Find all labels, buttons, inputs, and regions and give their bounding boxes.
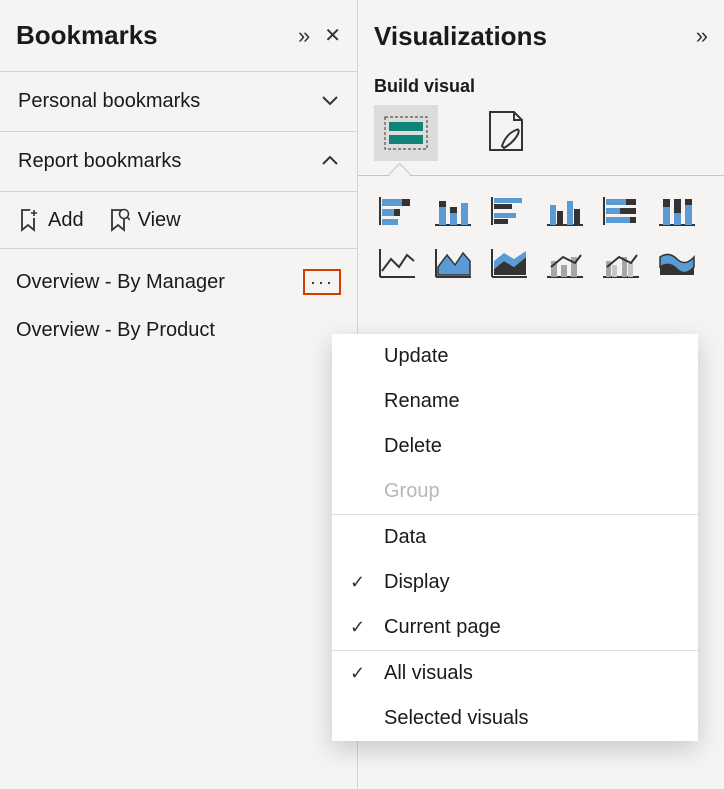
add-bookmark-button[interactable]: Add [18,208,84,232]
collapse-pane-icon[interactable]: » [298,25,310,47]
bookmark-context-menu: ✓Update ✓Rename ✓Delete ✓Group ✓Data ✓Di… [332,334,698,741]
build-visual-label: Build visual [358,72,724,105]
ellipsis-icon: ··· [310,272,334,293]
viz-100-stacked-column-icon[interactable] [652,190,702,232]
ctx-update[interactable]: ✓Update [332,334,698,379]
view-label: View [138,209,181,232]
report-bookmarks-label: Report bookmarks [18,150,321,173]
bookmark-item-label: Overview - By Manager [16,271,301,294]
viz-line-stacked-column-icon[interactable] [540,242,590,284]
more-options-button[interactable]: ··· [303,269,341,295]
bookmark-list: Overview - By Manager ··· Overview - By … [0,249,357,362]
collapse-viz-icon[interactable]: » [696,25,708,47]
viz-clustered-column-icon[interactable] [540,190,590,232]
chevron-up-icon [321,151,339,172]
ctx-display[interactable]: ✓Display [332,560,698,605]
viz-stacked-bar-icon[interactable] [372,190,422,232]
viz-stacked-area-icon[interactable] [484,242,534,284]
page-brush-icon [484,108,528,154]
view-bookmark-button[interactable]: View [108,208,181,232]
bookmark-add-icon [18,208,40,232]
ctx-rename[interactable]: ✓Rename [332,379,698,424]
ctx-current-page[interactable]: ✓Current page [332,605,698,650]
viz-area-icon[interactable] [428,242,478,284]
bookmarks-toolbar: Add View [0,192,357,249]
bookmark-item-label: Overview - By Product [16,319,341,342]
viz-stacked-column-icon[interactable] [428,190,478,232]
viz-clustered-bar-icon[interactable] [484,190,534,232]
table-build-icon [384,116,428,150]
format-visual-tab[interactable] [484,108,528,159]
viz-100-stacked-bar-icon[interactable] [596,190,646,232]
bookmark-item[interactable]: Overview - By Product [0,307,357,354]
visualizations-title: Visualizations [374,21,696,52]
build-visual-tabs [358,105,724,176]
viz-line-icon[interactable] [372,242,422,284]
ctx-delete[interactable]: ✓Delete [332,424,698,469]
personal-bookmarks-section[interactable]: Personal bookmarks [0,72,357,132]
bookmarks-header: Bookmarks » ✕ [0,0,357,72]
bookmark-view-icon [108,208,130,232]
check-icon: ✓ [350,617,384,638]
bookmark-item[interactable]: Overview - By Manager ··· [0,257,357,307]
ctx-selected-visuals[interactable]: ✓Selected visuals [332,696,698,741]
personal-bookmarks-label: Personal bookmarks [18,90,321,113]
viz-line-clustered-column-icon[interactable] [596,242,646,284]
visualizations-header: Visualizations » [358,0,724,72]
check-icon: ✓ [350,572,384,593]
build-visual-tab[interactable] [374,105,438,161]
ctx-group: ✓Group [332,469,698,514]
viz-ribbon-icon[interactable] [652,242,702,284]
ctx-data[interactable]: ✓Data [332,515,698,560]
bookmarks-pane: Bookmarks » ✕ Personal bookmarks Report … [0,0,358,789]
chevron-down-icon [321,91,339,112]
bookmarks-title: Bookmarks [16,20,298,51]
ctx-all-visuals[interactable]: ✓All visuals [332,651,698,696]
add-label: Add [48,209,84,232]
report-bookmarks-section[interactable]: Report bookmarks [0,132,357,192]
visualization-gallery [358,176,724,298]
close-pane-icon[interactable]: ✕ [324,26,341,46]
check-icon: ✓ [350,663,384,684]
